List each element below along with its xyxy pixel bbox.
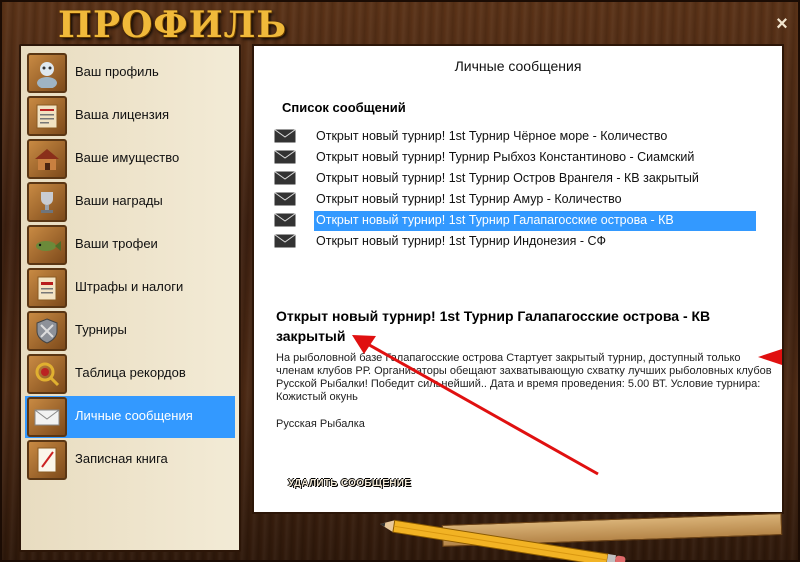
close-icon[interactable]: × <box>772 14 792 34</box>
window-frame: ПРОФИЛЬ × Ваш профиль Ваша лицензия Ваше… <box>0 0 800 562</box>
sidebar-item-label: Ваш профиль <box>75 64 159 79</box>
notebook-icon <box>27 440 67 480</box>
sidebar-item-label: Записная книга <box>75 451 168 466</box>
property-icon <box>27 139 67 179</box>
sidebar-item-records[interactable]: Таблица рекордов <box>25 353 235 395</box>
sidebar-item-label: Таблица рекордов <box>75 365 186 380</box>
window-title: ПРОФИЛЬ <box>58 4 288 46</box>
delete-message-button[interactable]: УДАЛИТЬ СООБЩЕНИЕ <box>284 478 415 496</box>
message-subject: Открыт новый турнир! 1st Турнир Остров В… <box>316 171 699 185</box>
sidebar-item-property[interactable]: Ваше имущество <box>25 138 235 180</box>
message-subject: Открыт новый турнир! 1st Турнир Амур - К… <box>316 192 622 206</box>
message-row[interactable]: Открыт новый турнир! 1st Турнир Индонези… <box>274 232 756 252</box>
sidebar-item-notebook[interactable]: Записная книга <box>25 439 235 481</box>
envelope-icon <box>27 397 67 437</box>
message-subject: Открыт новый турнир! 1st Турнир Индонези… <box>316 234 606 248</box>
envelope-icon <box>274 192 296 206</box>
sidebar-item-fines[interactable]: Штрафы и налоги <box>25 267 235 309</box>
message-row-selected[interactable]: Открыт новый турнир! 1st Турнир Галапаго… <box>314 211 756 231</box>
awards-icon <box>27 182 67 222</box>
message-row[interactable]: Открыт новый турнир! 1st Турнир Остров В… <box>274 169 756 189</box>
message-row-icon-cell[interactable] <box>274 211 314 231</box>
profile-icon <box>27 53 67 93</box>
sidebar-menu: Ваш профиль Ваша лицензия Ваше имущество… <box>19 44 241 552</box>
envelope-icon <box>274 150 296 164</box>
sidebar-item-label: Ваши награды <box>75 193 163 208</box>
sidebar-item-label: Личные сообщения <box>75 408 193 423</box>
envelope-icon <box>274 129 296 143</box>
envelope-icon <box>274 234 296 248</box>
envelope-icon <box>274 171 296 185</box>
sidebar-item-label: Турниры <box>75 322 127 337</box>
message-signature: Русская Рыбалка <box>276 418 365 430</box>
message-list-title: Список сообщений <box>282 100 406 115</box>
message-subject: Открыт новый турнир! 1st Турнир Чёрное м… <box>316 129 668 143</box>
page-title: Личные сообщения <box>454 58 582 74</box>
envelope-icon <box>274 213 296 227</box>
message-row[interactable]: Открыт новый турнир! 1st Турнир Амур - К… <box>274 190 756 210</box>
sidebar-item-label: Ваша лицензия <box>75 107 169 122</box>
tournaments-icon <box>27 311 67 351</box>
sidebar-item-label: Ваши трофеи <box>75 236 158 251</box>
messages-panel: Личные сообщения Список сообщений Открыт… <box>252 44 784 514</box>
records-icon <box>27 354 67 394</box>
sidebar-item-trophies[interactable]: Ваши трофеи <box>25 224 235 266</box>
message-detail-title: Открыт новый турнир! 1st Турнир Галапаго… <box>276 308 711 344</box>
sidebar-item-label: Штрафы и налоги <box>75 279 184 294</box>
message-row[interactable]: Открыт новый турнир! 1st Турнир Чёрное м… <box>274 127 756 147</box>
trophies-icon <box>27 225 67 265</box>
message-subject: Открыт новый турнир! 1st Турнир Галапаго… <box>316 213 674 227</box>
message-subject: Открыт новый турнир! Турнир Рыбхоз Конст… <box>316 150 695 164</box>
message-row[interactable]: Открыт новый турнир! Турнир Рыбхоз Конст… <box>274 148 756 168</box>
sidebar-item-messages[interactable]: Личные сообщения <box>25 396 235 438</box>
license-icon <box>27 96 67 136</box>
message-detail-body: На рыболовной базе Галапагосские острова… <box>276 352 772 403</box>
sidebar-item-profile[interactable]: Ваш профиль <box>25 52 235 94</box>
fines-icon <box>27 268 67 308</box>
sidebar-item-awards[interactable]: Ваши награды <box>25 181 235 223</box>
sidebar-item-license[interactable]: Ваша лицензия <box>25 95 235 137</box>
sidebar-item-tournaments[interactable]: Турниры <box>25 310 235 352</box>
sidebar-item-label: Ваше имущество <box>75 150 180 165</box>
